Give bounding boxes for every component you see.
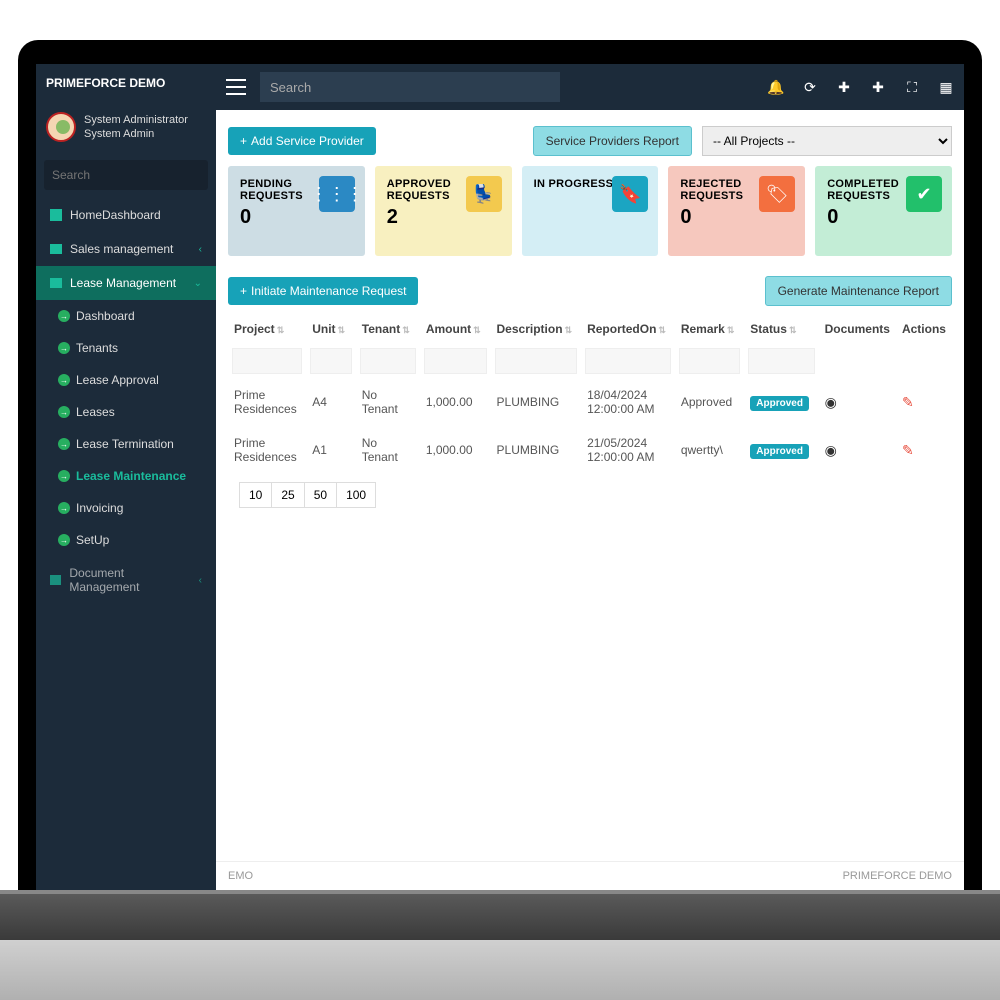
refresh-icon[interactable]: ⟳ (802, 79, 818, 95)
fullscreen-icon[interactable]: ⛶ (904, 79, 920, 95)
filter-row (228, 344, 952, 378)
plus-icon: + (240, 284, 247, 298)
col-remark[interactable]: Remark⇅ (675, 314, 744, 344)
user-block: System Administrator System Admin (36, 102, 216, 152)
brand-title: PRIMEFORCE DEMO (36, 64, 216, 102)
lease-icon (50, 278, 62, 288)
subitem-lease-termination[interactable]: Lease Termination (48, 428, 216, 460)
filter-status[interactable] (748, 348, 814, 374)
edit-icon[interactable]: ✎ (902, 442, 914, 458)
table-row: Prime Residences A4 No Tenant 1,000.00 P… (228, 378, 952, 426)
col-unit[interactable]: Unit⇅ (306, 314, 356, 344)
top-search-input[interactable] (260, 72, 560, 102)
filter-amount[interactable] (424, 348, 487, 374)
initiate-request-button[interactable]: + Initiate Maintenance Request (228, 277, 418, 305)
sidebar-item-docmgmt[interactable]: Document Management ‹ (36, 556, 216, 604)
sidebar-item-home[interactable]: HomeDashboard (36, 198, 216, 232)
doc-icon (50, 575, 61, 585)
col-status[interactable]: Status⇅ (744, 314, 818, 344)
menu-toggle-icon[interactable] (226, 79, 246, 95)
footer: EMO PRIMEFORCE DEMO (216, 861, 964, 890)
chevron-left-icon: ‹ (199, 244, 202, 255)
user-role: System Admin (84, 127, 188, 141)
subitem-tenants[interactable]: Tenants (48, 332, 216, 364)
subitem-lease-approval[interactable]: Lease Approval (48, 364, 216, 396)
generate-report-button[interactable]: Generate Maintenance Report (765, 276, 952, 306)
sidebar-search-input[interactable] (44, 160, 215, 190)
filter-unit[interactable] (310, 348, 352, 374)
check-circle-icon: ✔ (906, 176, 942, 212)
project-select[interactable]: -- All Projects -- (702, 126, 952, 156)
footer-right: PRIMEFORCE DEMO (843, 870, 952, 882)
footer-left: EMO (228, 870, 253, 882)
card-rejected: REJECTED REQUESTS 0 🏷 (668, 166, 805, 256)
sales-icon (50, 244, 62, 254)
card-completed: COMPLETED REQUESTS 0 ✔ (815, 166, 952, 256)
grid-dots-icon: ⋮⋮⋮ (319, 176, 355, 212)
card-pending: PENDING REQUESTS 0 ⋮⋮⋮ (228, 166, 365, 256)
plus-icon-2[interactable]: ✚ (870, 79, 886, 95)
tag-icon: 🏷 (759, 176, 795, 212)
subitem-leases[interactable]: Leases (48, 396, 216, 428)
sidebar: PRIMEFORCE DEMO System Administrator Sys… (36, 64, 216, 890)
col-documents: Documents (819, 314, 896, 344)
service-providers-report-button[interactable]: Service Providers Report (533, 126, 692, 156)
card-inprogress: IN PROGRESS 🔖 (522, 166, 659, 256)
filter-description[interactable] (495, 348, 578, 374)
status-badge: Approved (750, 396, 809, 411)
filter-project[interactable] (232, 348, 302, 374)
chevron-left-icon: ‹ (199, 575, 202, 586)
sidebar-item-label: HomeDashboard (70, 208, 161, 222)
edit-icon[interactable]: ✎ (902, 394, 914, 410)
col-project[interactable]: Project⇅ (228, 314, 306, 344)
plus-icon[interactable]: ✚ (836, 79, 852, 95)
subitem-invoicing[interactable]: Invoicing (48, 492, 216, 524)
page-size-50[interactable]: 50 (304, 482, 337, 508)
page-size-selector: 10 25 50 100 (228, 474, 952, 516)
subitem-setup[interactable]: SetUp (48, 524, 216, 556)
col-description[interactable]: Description⇅ (491, 314, 582, 344)
bell-icon[interactable]: 🔔 (768, 79, 784, 95)
maintenance-table: Project⇅ Unit⇅ Tenant⇅ Amount⇅ Descripti… (228, 314, 952, 474)
dashboard-icon (50, 209, 62, 221)
sidebar-item-label: Document Management (69, 566, 190, 594)
chair-icon: 💺 (466, 176, 502, 212)
col-amount[interactable]: Amount⇅ (420, 314, 491, 344)
add-service-provider-button[interactable]: + Add Service Provider (228, 127, 376, 155)
col-reportedon[interactable]: ReportedOn⇅ (581, 314, 675, 344)
card-approved: APPROVED REQUESTS 2 💺 (375, 166, 512, 256)
avatar (46, 112, 76, 142)
sidebar-item-lease[interactable]: Lease Management ⌄ (36, 266, 216, 300)
subitem-lease-maintenance[interactable]: Lease Maintenance (48, 460, 216, 492)
view-icon[interactable]: ◉ (825, 442, 837, 458)
view-icon[interactable]: ◉ (825, 394, 837, 410)
page-size-10[interactable]: 10 (239, 482, 272, 508)
subitem-dashboard[interactable]: Dashboard (48, 300, 216, 332)
sidebar-search[interactable]: ⌕ (44, 160, 208, 190)
grid-icon[interactable]: ▦ (938, 79, 954, 95)
col-tenant[interactable]: Tenant⇅ (356, 314, 420, 344)
table-row: Prime Residences A1 No Tenant 1,000.00 P… (228, 426, 952, 474)
sidebar-item-sales[interactable]: Sales management ‹ (36, 232, 216, 266)
bookmark-icon: 🔖 (612, 176, 648, 212)
page-size-100[interactable]: 100 (336, 482, 376, 508)
status-badge: Approved (750, 444, 809, 459)
plus-icon: + (240, 134, 247, 148)
filter-remark[interactable] (679, 348, 740, 374)
chevron-down-icon: ⌄ (194, 278, 202, 289)
page-size-25[interactable]: 25 (271, 482, 304, 508)
user-name: System Administrator (84, 113, 188, 127)
col-actions: Actions (896, 314, 952, 344)
sidebar-item-label: Lease Management (70, 276, 176, 290)
filter-tenant[interactable] (360, 348, 416, 374)
sidebar-item-label: Sales management (70, 242, 173, 256)
filter-reportedon[interactable] (585, 348, 671, 374)
